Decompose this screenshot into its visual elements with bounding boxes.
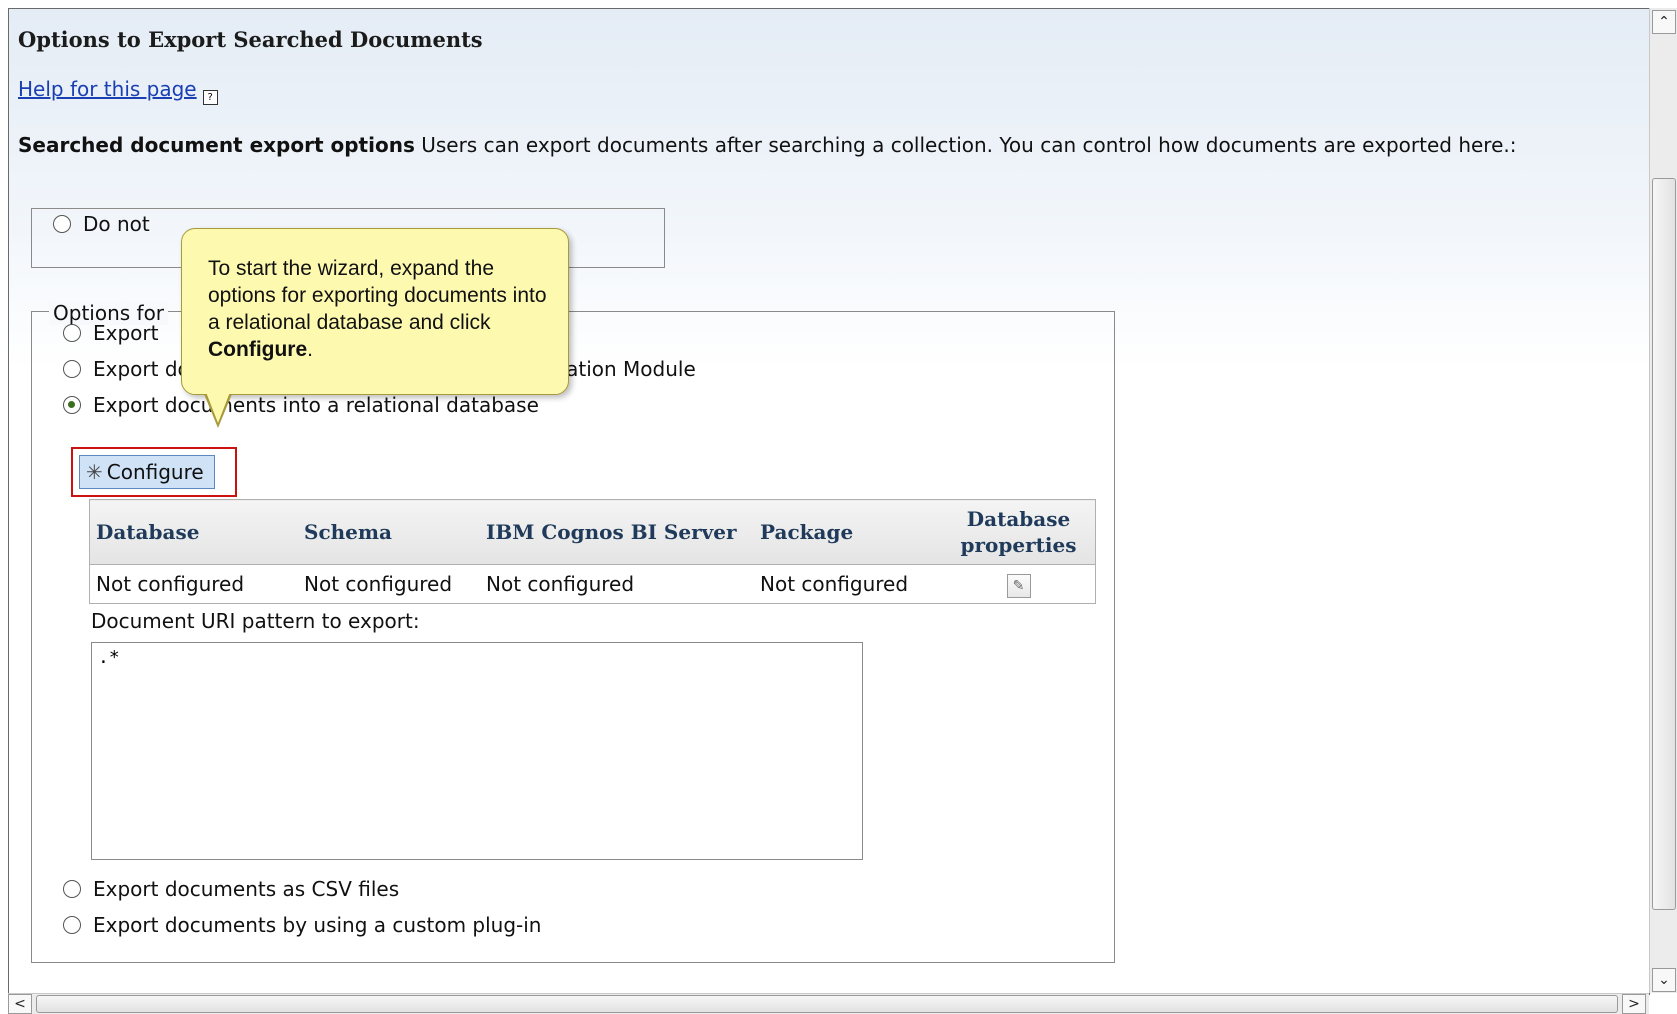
help-link[interactable]: Help for this page?: [18, 77, 218, 105]
uri-pattern-label: Document URI pattern to export:: [91, 609, 420, 633]
radio-export-1[interactable]: [63, 324, 81, 342]
cell-database: Not configured: [89, 564, 298, 604]
radio-do-not-export[interactable]: [53, 215, 71, 233]
scroll-right-icon[interactable]: >: [1622, 994, 1646, 1014]
cell-cognos: Not configured: [480, 564, 754, 604]
tooltip-text: To start the wizard, expand the options …: [208, 257, 547, 334]
description: Searched document export options Users c…: [18, 131, 1618, 159]
export-option-relational[interactable]: Export documents into a relational datab…: [63, 393, 539, 417]
tooltip-tail-fill: [206, 392, 230, 423]
database-table: Database Schema IBM Cognos BI Server Pac…: [89, 499, 1096, 604]
col-database-properties: Database properties: [942, 499, 1096, 565]
asterisk-icon: ✳: [86, 460, 103, 484]
configure-button[interactable]: ✳ Configure: [79, 455, 215, 489]
col-cognos: IBM Cognos BI Server: [480, 499, 754, 565]
cell-properties: ✎: [942, 564, 1096, 604]
radio-export-csv[interactable]: [63, 880, 81, 898]
radio-export-relational[interactable]: [63, 396, 81, 414]
table-header-row: Database Schema IBM Cognos BI Server Pac…: [89, 499, 1096, 565]
wizard-tooltip: To start the wizard, expand the options …: [181, 228, 569, 428]
table-row: Not configured Not configured Not config…: [89, 564, 1096, 604]
scroll-down-icon[interactable]: ⌄: [1652, 968, 1676, 992]
uri-pattern-input[interactable]: [91, 642, 863, 860]
radio-export-xml[interactable]: [63, 360, 81, 378]
do-not-export-option[interactable]: Do not: [53, 212, 150, 236]
export-option-csv-label: Export documents as CSV files: [93, 877, 400, 901]
tooltip-end: .: [307, 338, 313, 361]
page-title: Options to Export Searched Documents: [18, 27, 483, 52]
export-option-1-label: Export: [93, 321, 159, 345]
export-option-1[interactable]: Export: [63, 321, 158, 345]
export-option-relational-label: Export documents into a relational datab…: [93, 393, 539, 417]
description-text: Users can export documents after searchi…: [414, 133, 1517, 157]
col-database: Database: [89, 499, 298, 565]
help-icon: ?: [202, 90, 218, 105]
cell-schema: Not configured: [298, 564, 480, 604]
col-package: Package: [754, 499, 942, 565]
radio-export-plugin[interactable]: [63, 916, 81, 934]
scroll-left-icon[interactable]: <: [8, 994, 32, 1014]
pencil-icon[interactable]: ✎: [1006, 573, 1031, 598]
vertical-scrollbar[interactable]: ⌃ ⌄: [1649, 8, 1677, 993]
export-option-plugin-label: Export documents by using a custom plug-…: [93, 913, 542, 937]
horizontal-scrollbar[interactable]: < >: [8, 993, 1649, 1014]
export-option-csv[interactable]: Export documents as CSV files: [63, 877, 399, 901]
content-frame: Options to Export Searched Documents Hel…: [8, 8, 1650, 995]
configure-button-label: Configure: [106, 460, 204, 484]
vertical-scroll-thumb[interactable]: [1652, 178, 1676, 910]
do-not-export-label: Do not: [83, 212, 150, 236]
cell-package: Not configured: [754, 564, 942, 604]
col-schema: Schema: [298, 499, 480, 565]
export-option-plugin[interactable]: Export documents by using a custom plug-…: [63, 913, 541, 937]
scroll-up-icon[interactable]: ⌃: [1652, 10, 1676, 34]
horizontal-scroll-thumb[interactable]: [36, 995, 1618, 1013]
help-link-label: Help for this page: [18, 77, 197, 101]
description-heading: Searched document export options: [18, 133, 415, 157]
tooltip-bold: Configure: [208, 338, 308, 361]
